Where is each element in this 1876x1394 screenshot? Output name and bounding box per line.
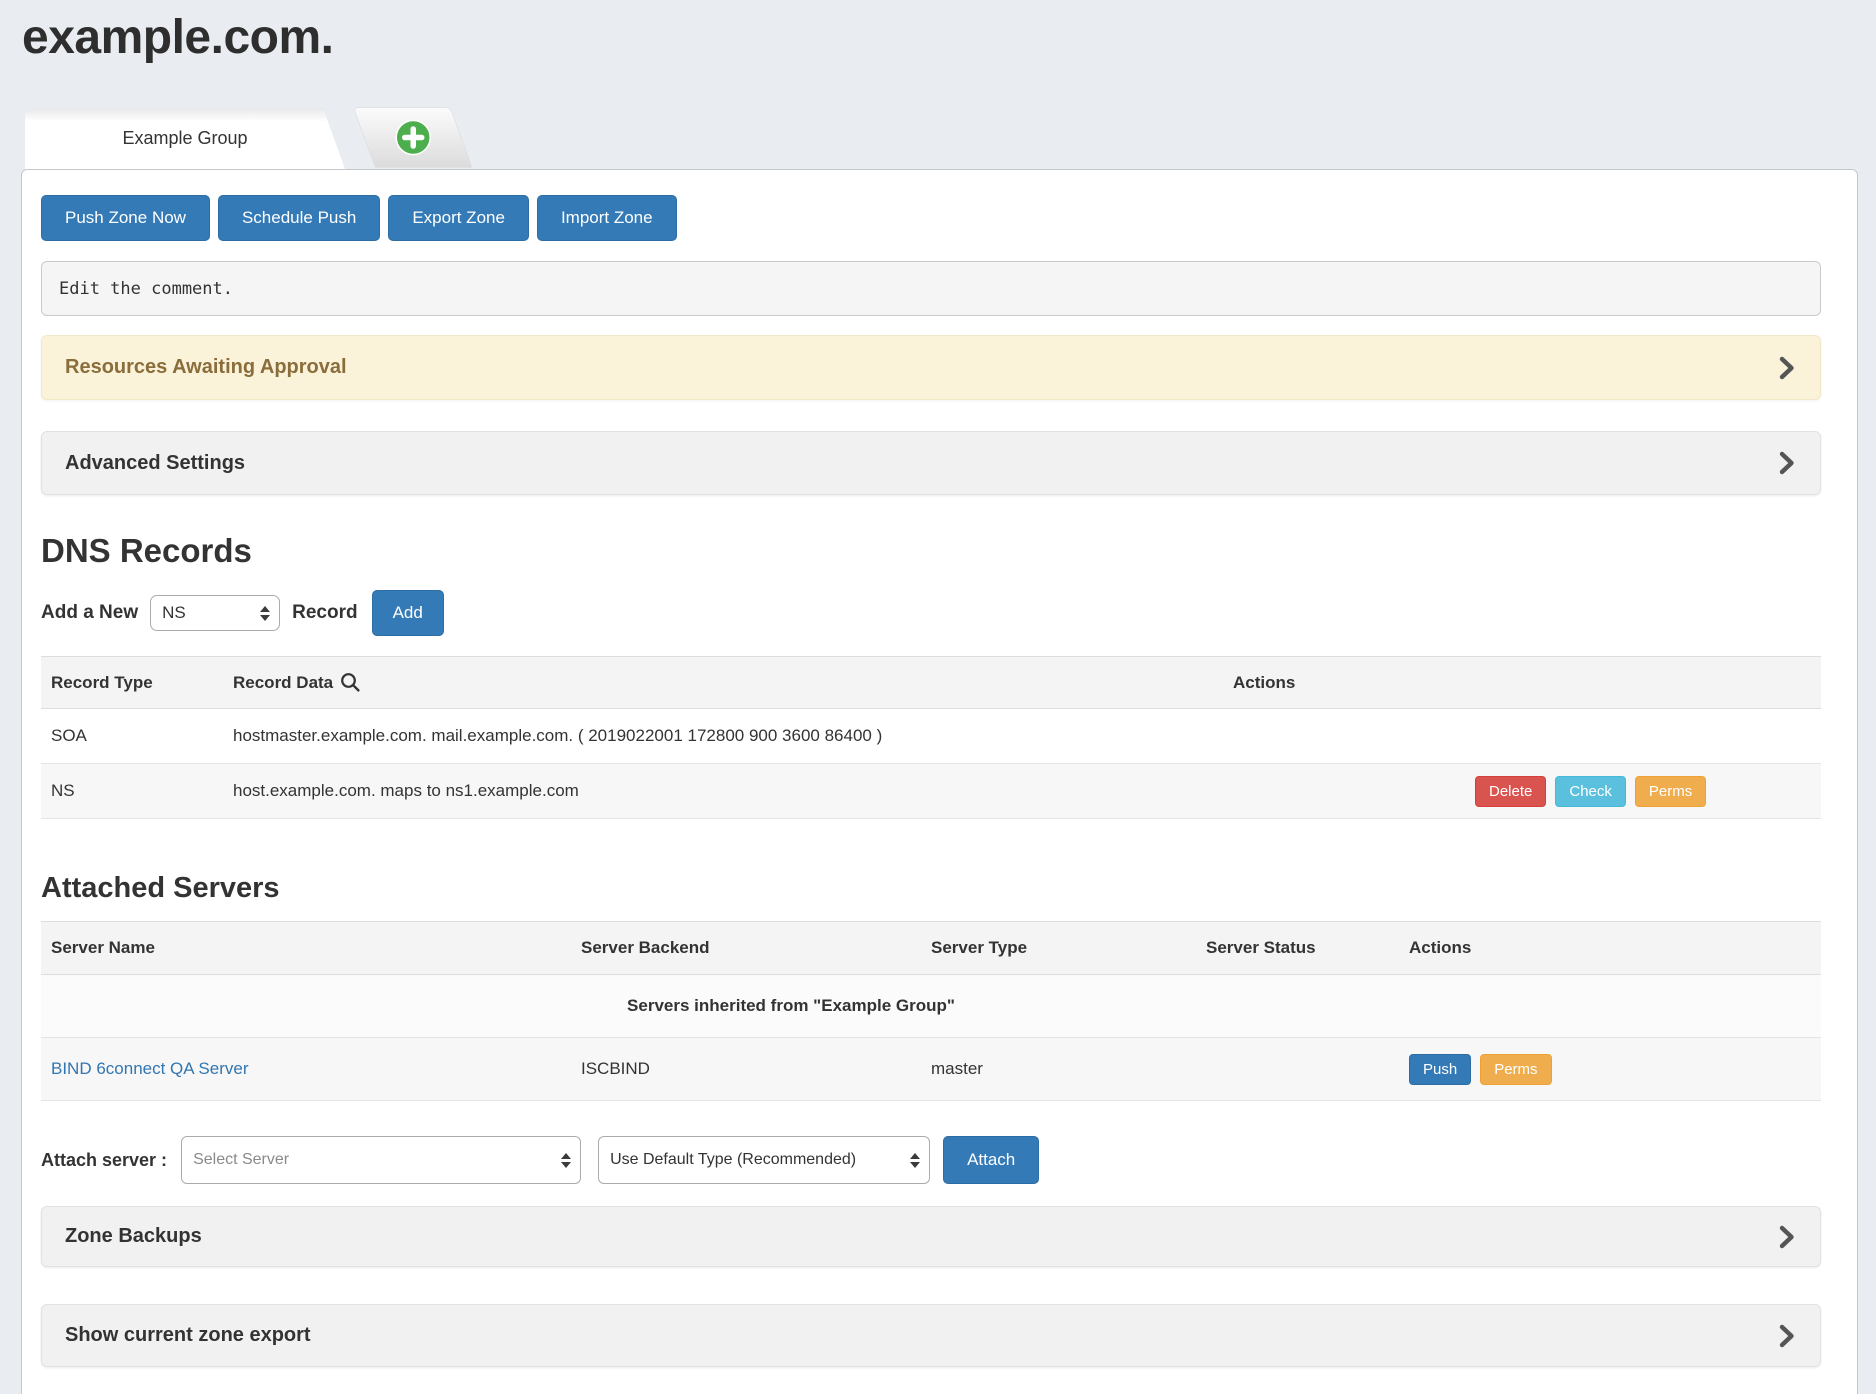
delete-record-button[interactable]: Delete — [1475, 776, 1546, 807]
push-server-button[interactable]: Push — [1409, 1054, 1471, 1085]
zone-export-label: Show current zone export — [65, 1324, 311, 1347]
ns-record-data: host.example.com. maps to ns1.example.co… — [223, 764, 1223, 819]
dns-records-heading: DNS Records — [41, 533, 1821, 569]
select-arrows-icon — [252, 606, 270, 621]
tab-add-group[interactable] — [354, 108, 471, 167]
chevron-right-icon — [1779, 1324, 1794, 1348]
schedule-push-button[interactable]: Schedule Push — [218, 195, 380, 241]
server-name-link[interactable]: BIND 6connect QA Server — [51, 1059, 248, 1078]
server-type-dropdown[interactable]: Use Default Type (Recommended) — [598, 1136, 930, 1184]
add-record-button[interactable]: Add — [372, 590, 444, 636]
zone-panel: Push Zone Now Schedule Push Export Zone … — [21, 169, 1858, 1394]
attach-server-row: Attach server : Select Server Use Defaul… — [41, 1136, 1821, 1184]
tab-bar: Example Group — [25, 108, 1876, 169]
select-arrows-icon — [902, 1153, 920, 1168]
col-record-data: Record Data — [223, 657, 1223, 709]
col-record-type: Record Type — [41, 657, 223, 709]
accordion-advanced-settings[interactable]: Advanced Settings — [41, 431, 1821, 495]
server-type-selected-value: Use Default Type (Recommended) — [610, 1151, 856, 1169]
perms-server-button[interactable]: Perms — [1480, 1054, 1551, 1085]
add-record-suffix-label: Record — [292, 602, 357, 624]
dns-table-header-row: Record Type Record Data Actions — [41, 657, 1821, 709]
record-type-select[interactable]: NS — [150, 595, 280, 631]
col-server-type: Server Type — [921, 922, 1196, 975]
attach-button[interactable]: Attach — [943, 1136, 1039, 1184]
tab-example-group[interactable]: Example Group — [25, 108, 345, 169]
add-record-prefix-label: Add a New — [41, 602, 138, 624]
col-dns-actions: Actions — [1223, 657, 1821, 709]
servers-table-header-row: Server Name Server Backend Server Type S… — [41, 922, 1821, 975]
select-arrows-icon — [553, 1153, 571, 1168]
col-server-backend: Server Backend — [571, 922, 921, 975]
servers-inherited-row: Servers inherited from "Example Group" — [41, 975, 1821, 1038]
zone-backups-label: Zone Backups — [65, 1225, 202, 1248]
select-server-placeholder: Select Server — [193, 1151, 289, 1169]
servers-inherited-note: Servers inherited from "Example Group" — [41, 975, 1821, 1038]
add-tab-plus-icon — [394, 119, 431, 156]
check-record-button[interactable]: Check — [1555, 776, 1626, 807]
accordion-show-zone-export[interactable]: Show current zone export — [41, 1304, 1821, 1367]
accordion-zone-backups[interactable]: Zone Backups — [41, 1206, 1821, 1267]
attach-server-label: Attach server : — [41, 1150, 167, 1171]
select-server-dropdown[interactable]: Select Server — [181, 1136, 581, 1184]
search-icon[interactable] — [340, 672, 361, 693]
server-type-value: master — [921, 1038, 1196, 1101]
zone-comment-field[interactable]: Edit the comment. — [41, 261, 1821, 316]
page-title: example.com. — [22, 10, 1876, 66]
attached-servers-heading: Attached Servers — [41, 871, 1821, 905]
advanced-accordion-label: Advanced Settings — [65, 452, 245, 475]
chevron-right-icon — [1779, 1225, 1794, 1249]
server-backend-value: ISCBIND — [571, 1038, 921, 1101]
dns-records-table: Record Type Record Data Actions SOA host… — [41, 656, 1821, 819]
perms-record-button[interactable]: Perms — [1635, 776, 1706, 807]
record-type-selected-value: NS — [162, 603, 186, 623]
table-row-ns: NS host.example.com. maps to ns1.example… — [41, 764, 1821, 819]
ns-record-type: NS — [41, 764, 223, 819]
accordion-resources-awaiting-approval[interactable]: Resources Awaiting Approval — [41, 335, 1821, 400]
export-zone-button[interactable]: Export Zone — [388, 195, 529, 241]
chevron-right-icon — [1779, 356, 1794, 380]
server-status-value — [1196, 1038, 1399, 1101]
add-record-row: Add a New NS Record Add — [41, 589, 1821, 637]
attached-servers-table: Server Name Server Backend Server Type S… — [41, 921, 1821, 1101]
zone-toolbar: Push Zone Now Schedule Push Export Zone … — [41, 195, 1821, 241]
zone-comment-text: Edit the comment. — [59, 279, 233, 299]
tab-example-group-label: Example Group — [122, 128, 247, 149]
record-data-label: Record Data — [233, 673, 333, 693]
approval-accordion-label: Resources Awaiting Approval — [65, 356, 347, 379]
col-server-actions: Actions — [1399, 922, 1821, 975]
table-row-bind-server: BIND 6connect QA Server ISCBIND master P… — [41, 1038, 1821, 1101]
col-server-name: Server Name — [41, 922, 571, 975]
table-row-soa: SOA hostmaster.example.com. mail.example… — [41, 709, 1821, 764]
soa-record-type: SOA — [41, 709, 223, 764]
soa-record-data: hostmaster.example.com. mail.example.com… — [223, 709, 1223, 764]
import-zone-button[interactable]: Import Zone — [537, 195, 677, 241]
push-zone-now-button[interactable]: Push Zone Now — [41, 195, 210, 241]
col-server-status: Server Status — [1196, 922, 1399, 975]
chevron-right-icon — [1779, 451, 1794, 475]
